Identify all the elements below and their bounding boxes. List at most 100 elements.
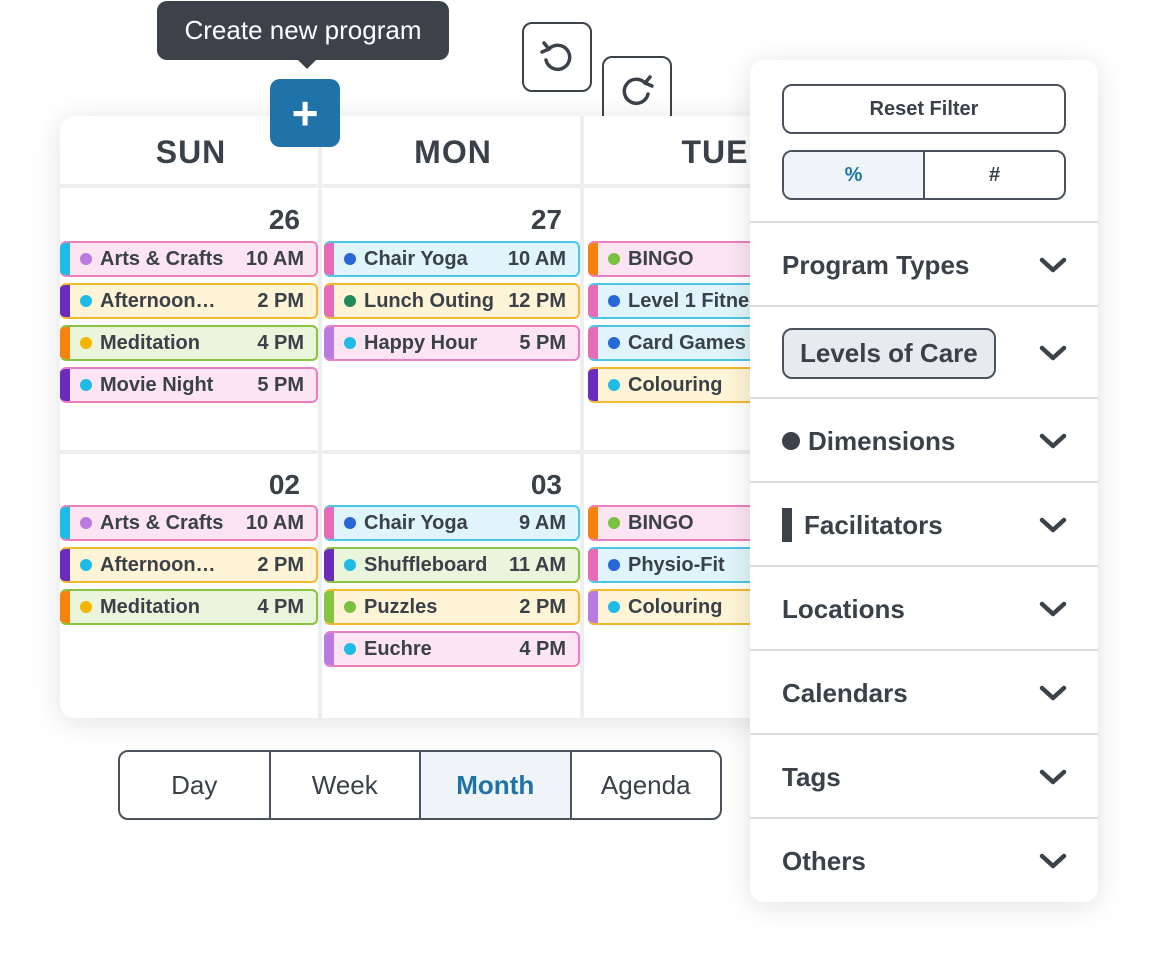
date-number[interactable]: 27 <box>322 204 562 236</box>
add-program-button[interactable]: + <box>270 79 340 147</box>
event-time: 4 PM <box>257 331 304 354</box>
calendar-event[interactable]: Movie Night 5 PM <box>60 367 318 403</box>
chevron-down-icon[interactable] <box>1036 850 1070 872</box>
chevron-down-icon[interactable] <box>1036 766 1070 788</box>
chevron-down-icon[interactable] <box>1036 514 1070 536</box>
dot-symbol-icon <box>782 432 800 450</box>
event-dot <box>80 337 92 349</box>
bar-symbol-icon <box>782 508 792 542</box>
event-dot <box>80 253 92 265</box>
event-time: 2 PM <box>519 595 566 618</box>
event-name: Happy Hour <box>364 331 478 354</box>
calendar-event[interactable]: Lunch Outing 12 PM <box>324 283 580 319</box>
calendar-event[interactable]: Afternoon… 2 PM <box>60 547 318 583</box>
event-color-bar <box>588 243 598 275</box>
section-label: Facilitators <box>782 483 943 567</box>
filter-section-calendars[interactable]: Calendars <box>750 649 1098 733</box>
event-color-bar <box>60 327 70 359</box>
filter-section-tags[interactable]: Tags <box>750 733 1098 817</box>
section-label: Tags <box>782 735 841 819</box>
event-name: Puzzles <box>364 595 438 618</box>
event-dot <box>80 601 92 613</box>
calendar-event[interactable]: Meditation 4 PM <box>60 325 318 361</box>
week-divider <box>60 450 800 454</box>
filter-section-locations[interactable]: Locations <box>750 565 1098 649</box>
reset-filter-button[interactable]: Reset Filter <box>782 84 1066 134</box>
section-label-text: Others <box>782 845 866 876</box>
view-switcher: Day Week Month Agenda <box>118 750 722 820</box>
calendar-event[interactable]: Afternoon… 2 PM <box>60 283 318 319</box>
event-name: Lunch Outing <box>364 289 494 312</box>
undo-button[interactable] <box>522 22 592 92</box>
view-month-button[interactable]: Month <box>421 752 572 818</box>
event-dot <box>344 517 356 529</box>
event-dot <box>608 601 620 613</box>
event-color-bar <box>324 285 334 317</box>
chevron-down-icon[interactable] <box>1036 430 1070 452</box>
filter-section-dimensions[interactable]: Dimensions <box>750 397 1098 481</box>
event-dot <box>608 253 620 265</box>
filter-section-levels-of-care[interactable]: Levels of Care <box>750 305 1098 397</box>
chevron-down-icon[interactable] <box>1036 682 1070 704</box>
section-label: Calendars <box>782 651 908 735</box>
event-name: Meditation <box>100 331 200 354</box>
calendar-event[interactable]: Arts & Crafts 10 AM <box>60 505 318 541</box>
event-time: 4 PM <box>519 637 566 660</box>
event-color-bar <box>588 591 598 623</box>
event-dot <box>608 379 620 391</box>
percent-toggle[interactable]: % <box>784 152 925 198</box>
date-number[interactable]: 26 <box>60 204 300 236</box>
calendar-event[interactable]: Meditation 4 PM <box>60 589 318 625</box>
event-dot <box>344 253 356 265</box>
filter-section-program-types[interactable]: Program Types <box>750 221 1098 305</box>
month-calendar: SUN MON TUE 26 27 02 03 Arts & Crafts 10 … <box>60 116 800 718</box>
event-dot <box>344 643 356 655</box>
event-time: 2 PM <box>257 553 304 576</box>
event-name: Euchre <box>364 637 432 660</box>
column-divider <box>580 116 584 718</box>
event-dot <box>608 337 620 349</box>
event-color-bar <box>60 369 70 401</box>
section-label: Others <box>782 819 866 903</box>
section-label-text: Tags <box>782 761 841 792</box>
event-dot <box>608 295 620 307</box>
date-number[interactable]: 03 <box>322 469 562 501</box>
event-dot <box>608 559 620 571</box>
event-dot <box>608 517 620 529</box>
chevron-down-icon[interactable] <box>1036 342 1070 364</box>
calendar-event[interactable]: Arts & Crafts 10 AM <box>60 241 318 277</box>
section-label: Locations <box>782 567 905 651</box>
event-name: Chair Yoga <box>364 247 468 270</box>
event-dot <box>80 559 92 571</box>
section-label-text: Calendars <box>782 677 908 708</box>
event-dot <box>344 601 356 613</box>
chevron-down-icon[interactable] <box>1036 254 1070 276</box>
event-dot <box>344 559 356 571</box>
event-time: 10 AM <box>507 247 566 270</box>
calendar-event[interactable]: Euchre 4 PM <box>324 631 580 667</box>
filter-section-facilitators[interactable]: Facilitators <box>750 481 1098 565</box>
event-name: Afternoon… <box>100 289 216 312</box>
percent-count-toggle: % # <box>782 150 1066 200</box>
calendar-event[interactable]: Chair Yoga 9 AM <box>324 505 580 541</box>
chevron-down-icon[interactable] <box>1036 598 1070 620</box>
event-name: Arts & Crafts <box>100 511 224 534</box>
count-toggle[interactable]: # <box>925 152 1064 198</box>
view-day-button[interactable]: Day <box>120 752 271 818</box>
view-agenda-button[interactable]: Agenda <box>572 752 721 818</box>
event-color-bar <box>324 507 334 539</box>
filter-section-others[interactable]: Others <box>750 817 1098 901</box>
section-label-text: Program Types <box>782 249 970 280</box>
date-number[interactable]: 02 <box>60 469 300 501</box>
calendar-event[interactable]: Shuffleboard 11 AM <box>324 547 580 583</box>
calendar-event[interactable]: Chair Yoga 10 AM <box>324 241 580 277</box>
calendar-event[interactable]: Puzzles 2 PM <box>324 589 580 625</box>
calendar-event[interactable]: Happy Hour 5 PM <box>324 325 580 361</box>
event-time: 4 PM <box>257 595 304 618</box>
event-dot <box>344 337 356 349</box>
event-color-bar <box>324 327 334 359</box>
event-color-bar <box>60 591 70 623</box>
filter-panel: Reset Filter % # Program Types Levels of … <box>750 60 1098 902</box>
view-week-button[interactable]: Week <box>271 752 421 818</box>
event-time: 5 PM <box>257 373 304 396</box>
